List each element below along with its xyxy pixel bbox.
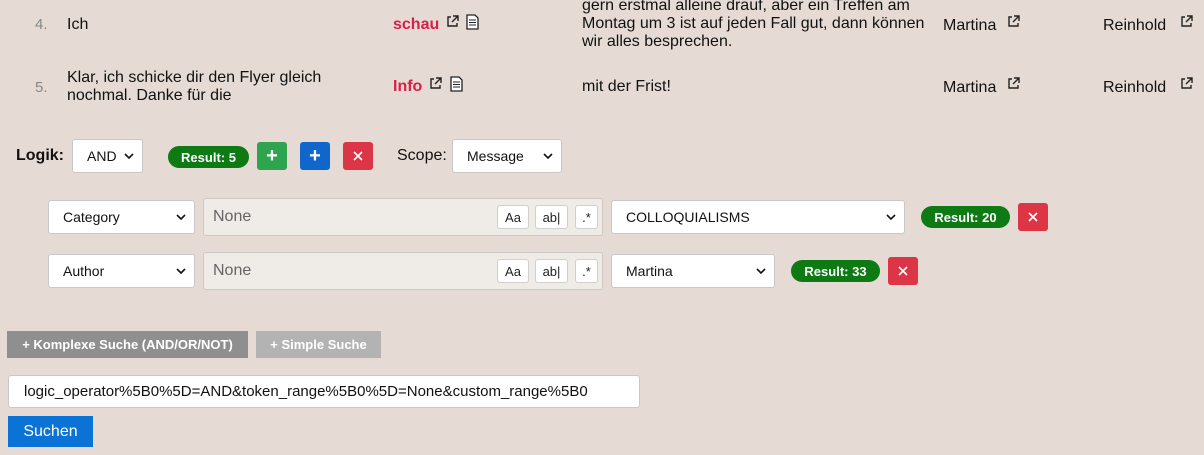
recipient-link[interactable]: Reinhold [1103,79,1166,97]
scope-select[interactable]: Message [452,139,562,173]
logic-label: Logik: [16,147,64,164]
scope-label: Scope: [397,147,447,164]
filter-result-badge: Result: 33 [791,260,880,282]
chevron-down-icon [543,153,553,160]
remove-filter-button[interactable] [888,257,918,285]
filter-value-select[interactable]: COLLOQUIALISMS [611,200,905,234]
document-icon[interactable] [466,14,479,30]
context-line: wir alles besprechen. [582,33,733,50]
chevron-down-icon [176,214,186,221]
close-icon [898,266,908,276]
external-link-icon[interactable] [1180,77,1193,90]
add-filter-button[interactable]: + [257,142,287,170]
table-row: 5. Klar, ich schicke dir den Flyer gleic… [0,60,1204,116]
remove-filter-button[interactable] [1018,203,1048,231]
scope-value: Message [467,148,524,164]
query-string-value: logic_operator%5B0%5D=AND&token_range%5B… [24,383,588,400]
logic-operator-select[interactable]: AND [72,139,143,173]
author-link[interactable]: Martina [943,79,996,97]
chevron-down-icon [176,268,186,275]
filter-field-value: Author [63,263,105,279]
simple-search-button[interactable]: + Simple Suche [256,331,381,358]
whole-word-toggle[interactable]: ab| [535,205,568,229]
filter-result-badge: Result: 20 [921,206,1010,228]
filter-field-select[interactable]: Author [48,254,195,288]
author-link[interactable]: Martina [943,17,996,35]
external-link-icon[interactable] [1180,15,1193,28]
message-line: nochmal. Danke für die [67,87,232,104]
message-context: mit der Frist! [582,78,671,95]
context-line: Montag um 3 ist auf jeden Fall gut, dann… [582,15,925,32]
message-line: Klar, ich schicke dir den Flyer gleich [67,69,322,86]
external-link-icon[interactable] [1007,15,1020,28]
match-case-toggle[interactable]: Aa [497,259,529,283]
query-string-input[interactable]: logic_operator%5B0%5D=AND&token_range%5B… [8,375,640,408]
filter-value-select[interactable]: Martina [611,254,775,288]
add-group-button[interactable]: + [300,142,330,170]
message-text: Klar, ich schicke dir den Flyer gleich n… [67,69,367,105]
logic-result-badge: Result: 5 [168,146,249,168]
chevron-down-icon [124,153,134,160]
filter-field-select[interactable]: Category [48,200,195,234]
filter-value: Martina [626,263,673,279]
row-index: 5. [35,79,48,96]
filter-text-placeholder: None [213,208,252,225]
message-context: gern erstmal alleine drauf, aber ein Tre… [582,0,932,51]
logic-operator-value: AND [87,148,117,164]
filter-value: COLLOQUIALISMS [626,209,750,225]
external-link-icon[interactable] [446,15,459,28]
message-text: Ich [67,16,89,33]
complex-search-button[interactable]: + Komplexe Suche (AND/OR/NOT) [7,331,248,358]
filter-field-value: Category [63,209,120,225]
external-link-icon[interactable] [1007,77,1020,90]
close-icon [1028,212,1038,222]
remove-group-button[interactable] [343,142,373,170]
context-line: gern erstmal alleine drauf, aber ein Tre… [582,0,910,14]
whole-word-toggle[interactable]: ab| [535,259,568,283]
external-link-icon[interactable] [429,77,442,90]
regex-toggle[interactable]: .* [575,259,598,283]
document-icon[interactable] [450,76,463,92]
keyword-link[interactable]: schau [393,16,439,34]
chevron-down-icon [886,214,896,221]
close-icon [353,151,363,161]
filter-text-placeholder: None [213,262,252,279]
regex-toggle[interactable]: .* [575,205,598,229]
keyword-link[interactable]: Info [393,78,422,96]
table-row: 4. Ich schau gern erstmal alleine drauf,… [0,0,1204,60]
recipient-link[interactable]: Reinhold [1103,17,1166,35]
row-index: 4. [35,16,48,33]
chevron-down-icon [756,268,766,275]
search-submit-button[interactable]: Suchen [8,416,93,447]
match-case-toggle[interactable]: Aa [497,205,529,229]
